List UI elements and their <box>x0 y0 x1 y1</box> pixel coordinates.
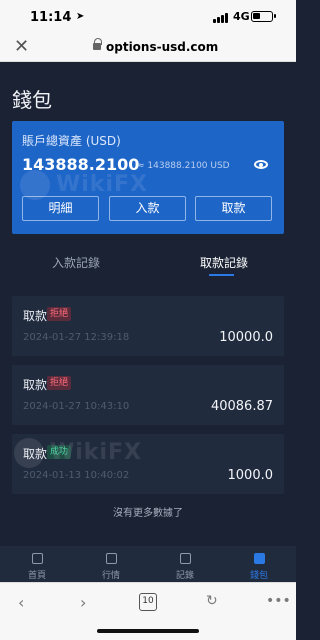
nav-market[interactable]: 行情 <box>74 546 148 582</box>
nav-label: 記錄 <box>175 571 194 581</box>
browser-url-bar: ✕ options-usd.com <box>0 34 296 62</box>
record-date: 2024-01-13 10:40:02 <box>23 470 130 481</box>
status-time: 11:14 <box>30 10 72 25</box>
nav-wallet[interactable]: 錢包 <box>222 546 296 582</box>
tab-deposit-records[interactable]: 入款記錄 <box>52 254 100 271</box>
chart-icon <box>106 553 117 564</box>
nav-label: 錢包 <box>249 571 268 581</box>
url-domain[interactable]: options-usd.com <box>106 40 218 54</box>
status-badge: 拒絕 <box>47 307 72 321</box>
eye-icon[interactable] <box>254 160 268 169</box>
location-arrow-icon: ➤ <box>76 11 85 22</box>
nav-records[interactable]: 記錄 <box>148 546 222 582</box>
balance-equivalent: ≈ 143888.2100 USD <box>137 161 230 171</box>
watermark: WikiFX <box>50 440 142 465</box>
back-icon[interactable]: ‹ <box>18 593 24 612</box>
forward-icon[interactable]: › <box>80 593 86 612</box>
status-bar: 11:14 ➤ 4G <box>0 0 296 34</box>
no-more-data-text: 沒有更多數據了 <box>113 508 183 519</box>
more-icon[interactable]: ••• <box>266 593 291 609</box>
tabs-count-button[interactable]: 10 <box>139 593 157 611</box>
home-indicator <box>97 629 199 633</box>
wallet-icon <box>254 553 265 564</box>
reload-icon[interactable]: ↻ <box>206 593 218 609</box>
network-type: 4G <box>233 10 250 23</box>
nav-label: 首頁 <box>27 571 46 581</box>
list-item[interactable]: 取款 拒絕 2024-01-27 12:39:18 10000.0 <box>12 296 284 356</box>
record-date: 2024-01-27 12:39:18 <box>23 332 130 343</box>
signal-icon <box>213 12 231 23</box>
bottom-nav: 首頁 行情 記錄 錢包 <box>0 546 296 582</box>
record-amount: 10000.0 <box>219 330 273 345</box>
watermark: WikiFX <box>56 172 148 197</box>
record-amount: 1000.0 <box>227 468 274 483</box>
deposit-button[interactable]: 入款 <box>109 196 186 221</box>
record-icon <box>180 553 191 564</box>
record-type: 取款 <box>23 378 48 392</box>
balance-label: 賬戶總資產 (USD) <box>22 134 121 148</box>
record-date: 2024-01-27 10:43:10 <box>23 401 130 412</box>
nav-label: 行情 <box>101 571 120 581</box>
withdraw-button[interactable]: 取款 <box>195 196 272 221</box>
home-icon <box>32 553 43 564</box>
watermark-logo <box>14 438 44 468</box>
status-badge: 拒絕 <box>47 376 72 390</box>
record-tabs: 入款記錄 取款記錄 <box>0 248 296 278</box>
balance-card: 賬戶總資產 (USD) 143888.2100 ≈ 143888.2100 US… <box>12 121 284 234</box>
tab-withdraw-records[interactable]: 取款記錄 <box>200 254 248 271</box>
active-tab-indicator <box>209 274 234 276</box>
list-item[interactable]: 取款 拒絕 2024-01-27 10:43:10 40086.87 <box>12 365 284 425</box>
nav-home[interactable]: 首頁 <box>0 546 74 582</box>
watermark-logo <box>20 170 50 200</box>
lock-icon <box>93 38 102 50</box>
close-icon[interactable]: ✕ <box>14 36 29 57</box>
battery-icon <box>251 11 276 22</box>
record-type: 取款 <box>23 309 48 323</box>
record-amount: 40086.87 <box>210 399 273 414</box>
page-title: 錢包 <box>12 88 52 112</box>
